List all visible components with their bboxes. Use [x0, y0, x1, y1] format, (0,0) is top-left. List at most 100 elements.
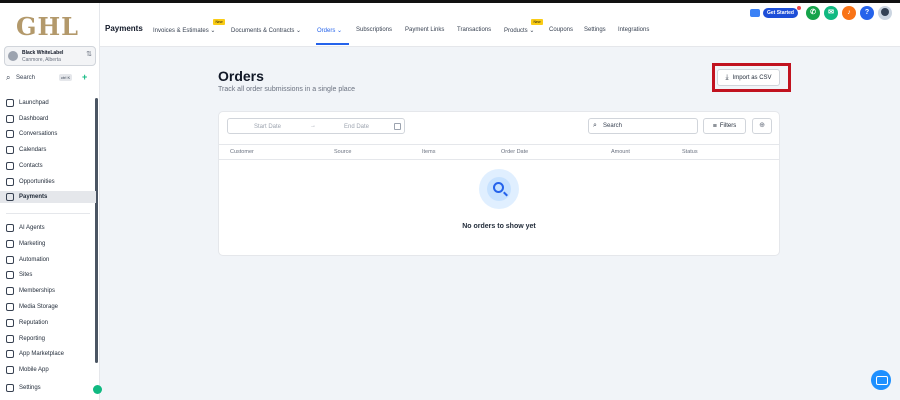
sidebar-search-label: Search — [16, 75, 36, 81]
chat-icon — [6, 130, 14, 139]
empty-state-icon — [479, 169, 519, 209]
account-switcher[interactable]: Black WhiteLabel Canmore, Alberta ⇅ — [4, 46, 96, 66]
arrow-right-icon: → — [310, 123, 316, 129]
calendar-icon — [6, 146, 14, 155]
automation-icon — [6, 255, 14, 264]
tab-label: Invoices & Estimates — [153, 28, 209, 34]
sidebar-item-sites[interactable]: Sites — [6, 269, 94, 281]
sidebar-item-dashboard[interactable]: Dashboard — [6, 113, 94, 125]
help-icon[interactable]: ? — [860, 6, 874, 20]
megaphone-icon[interactable]: ✉ — [824, 6, 838, 20]
magnifier-icon — [493, 182, 504, 193]
sidebar-search[interactable]: ⌕ Search ctrl K + — [4, 72, 96, 85]
page-title: Orders — [218, 68, 264, 84]
sites-icon — [6, 271, 14, 280]
sidebar-item-label: Settings — [19, 385, 41, 391]
tab-label: Integrations — [618, 27, 650, 33]
date-range-picker[interactable]: Start Date → End Date — [227, 118, 405, 134]
tab-transactions[interactable]: Transactions — [457, 27, 491, 33]
sidebar-item-label: App Marketplace — [19, 351, 65, 358]
tab-label: Payment Links — [405, 27, 445, 33]
sidebar-item-label: Automation — [19, 256, 50, 263]
star-icon — [6, 318, 14, 327]
inbox-icon[interactable] — [750, 9, 760, 17]
sidebar-item-payments[interactable]: Payments — [0, 191, 96, 204]
active-tab-indicator — [316, 43, 349, 45]
column-header-amount[interactable]: Amount — [611, 149, 630, 155]
sidebar-divider — [6, 213, 90, 214]
get-started-button[interactable]: Get Started — [763, 8, 798, 18]
tab-orders[interactable]: Orders ⌄ — [317, 27, 342, 34]
sidebar-item-mobile-app[interactable]: Mobile App — [6, 364, 94, 376]
sidebar-item-label: Contacts — [19, 162, 43, 169]
sidebar-item-label: Conversations — [19, 131, 58, 138]
column-header-status[interactable]: Status — [682, 149, 698, 155]
sidebar-item-label: Opportunities — [19, 178, 55, 185]
tab-documents-contracts[interactable]: Documents & Contracts ⌄ — [231, 27, 301, 34]
get-started-group: Get Started — [750, 6, 801, 18]
sidebar-item-media-storage[interactable]: Media Storage — [6, 301, 94, 313]
search-icon: ⌕ — [593, 122, 597, 129]
filter-icon: ≡ — [712, 122, 717, 130]
sidebar-item-ai-agents[interactable]: AI Agents — [6, 222, 94, 234]
user-avatar[interactable] — [878, 6, 892, 20]
phone-icon[interactable]: ✆ — [806, 6, 820, 20]
sidebar-item-app-marketplace[interactable]: App Marketplace — [6, 348, 94, 360]
sidebar-scrollbar[interactable] — [95, 98, 98, 363]
column-header-customer[interactable]: Customer — [230, 149, 254, 155]
sidebar-item-automation[interactable]: Automation — [6, 254, 94, 266]
import-csv-button[interactable]: ⤓ Import as CSV — [717, 69, 780, 86]
account-avatar — [8, 51, 18, 61]
sidebar-item-label: Reporting — [19, 335, 46, 342]
sidebar-item-calendars[interactable]: Calendars — [6, 144, 94, 156]
sidebar-item-label: Marketing — [19, 240, 46, 247]
brand-logo: GHL — [16, 12, 80, 41]
sidebar-item-launchpad[interactable]: Launchpad — [6, 97, 94, 109]
page-subtitle: Track all order submissions in a single … — [218, 86, 356, 93]
sidebar-item-label: Memberships — [19, 288, 56, 295]
tab-subscriptions[interactable]: Subscriptions — [356, 27, 392, 33]
sidebar-item-settings[interactable]: Settings — [6, 382, 94, 394]
download-icon: ⤓ — [725, 73, 729, 81]
add-column-icon[interactable]: ⊕ — [752, 118, 772, 134]
payments-icon — [6, 193, 14, 202]
new-badge: New — [213, 19, 225, 25]
chat-support-icon[interactable] — [871, 370, 891, 390]
mobile-icon — [6, 366, 14, 375]
tab-integrations[interactable]: Integrations — [618, 27, 649, 33]
search-shortcut-badge: ctrl K — [59, 74, 73, 81]
chevron-down-icon: ⌄ — [208, 28, 216, 34]
sidebar-item-memberships[interactable]: Memberships — [6, 285, 94, 297]
filters-label: Filters — [719, 123, 737, 129]
bell-icon[interactable]: ♪ — [842, 6, 856, 20]
tab-products[interactable]: Products ⌄ — [504, 27, 534, 34]
sidebar-item-label: Payments — [19, 194, 48, 201]
orders-search-input[interactable]: ⌕ Search — [588, 118, 698, 134]
new-badge: New — [531, 19, 543, 25]
tab-payment-links[interactable]: Payment Links — [405, 27, 444, 33]
sidebar-item-label: Mobile App — [19, 367, 49, 374]
sparkle-icon — [6, 224, 14, 232]
search-icon: ⌕ — [6, 73, 11, 82]
sidebar-item-marketing[interactable]: Marketing — [6, 238, 94, 250]
chevron-updown-icon: ⇅ — [86, 51, 92, 58]
sidebar-item-reporting[interactable]: Reporting — [6, 333, 94, 345]
quick-add-icon[interactable]: + — [82, 72, 87, 82]
tab-settings[interactable]: Settings — [584, 27, 606, 33]
sidebar-item-reputation[interactable]: Reputation — [6, 317, 94, 329]
sidebar-item-label: Calendars — [19, 147, 47, 154]
sidebar-item-opportunities[interactable]: Opportunities — [6, 176, 94, 188]
tab-label: Subscriptions — [356, 27, 393, 33]
column-header-items[interactable]: Items — [422, 149, 435, 155]
sidebar-item-conversations[interactable]: Conversations — [6, 128, 94, 140]
section-title: Payments — [105, 24, 143, 33]
column-header-source[interactable]: Source — [334, 149, 351, 155]
tab-label: Settings — [584, 27, 606, 33]
filters-button[interactable]: ≡ Filters — [703, 118, 746, 134]
tab-invoices-estimates[interactable]: Invoices & Estimates ⌄ — [153, 27, 215, 34]
tab-coupons[interactable]: Coupons — [549, 27, 573, 33]
rocket-icon — [6, 99, 14, 107]
empty-state-icon-inner — [487, 177, 511, 201]
column-header-order-date[interactable]: Order Date — [501, 149, 528, 155]
sidebar-item-contacts[interactable]: Contacts — [6, 160, 94, 172]
